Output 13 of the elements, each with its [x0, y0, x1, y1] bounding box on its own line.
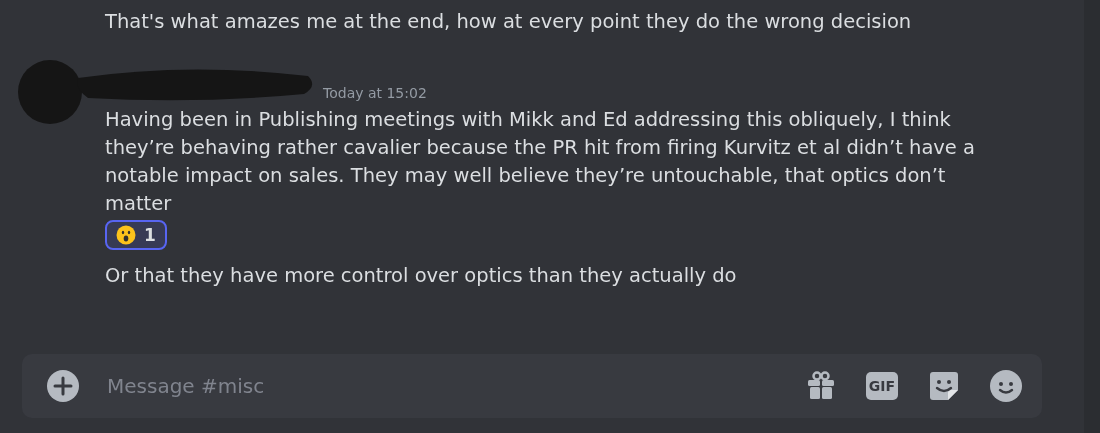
reaction-button[interactable]: 1: [105, 220, 167, 250]
message-input-bar[interactable]: Message #misc GIF: [22, 354, 1042, 418]
message-input[interactable]: Message #misc: [105, 373, 806, 399]
sticker-icon[interactable]: [928, 370, 960, 402]
message-text: Having been in Publishing meetings with Mikk and Ed addressing this obliquely, I think they’re behaving rather cavalier because the PR hit from firing Kurvitz et al didn’t have a notable impact on sales. They may well believe they’re untouchable, that optics don’t matter: [105, 107, 977, 217]
timestamp: Today at 15:02: [323, 85, 427, 101]
gif-button[interactable]: GIF: [865, 372, 898, 400]
message-text: Or that they have more control over optics than they actually do: [105, 263, 737, 289]
add-attachment-button[interactable]: [47, 370, 79, 402]
emoji-icon[interactable]: [990, 370, 1022, 402]
message-text: That's what amazes me at the end, how at every point they do the wrong decision: [105, 9, 912, 35]
gift-icon[interactable]: [805, 371, 836, 401]
surprised-emoji-icon: [116, 225, 136, 245]
